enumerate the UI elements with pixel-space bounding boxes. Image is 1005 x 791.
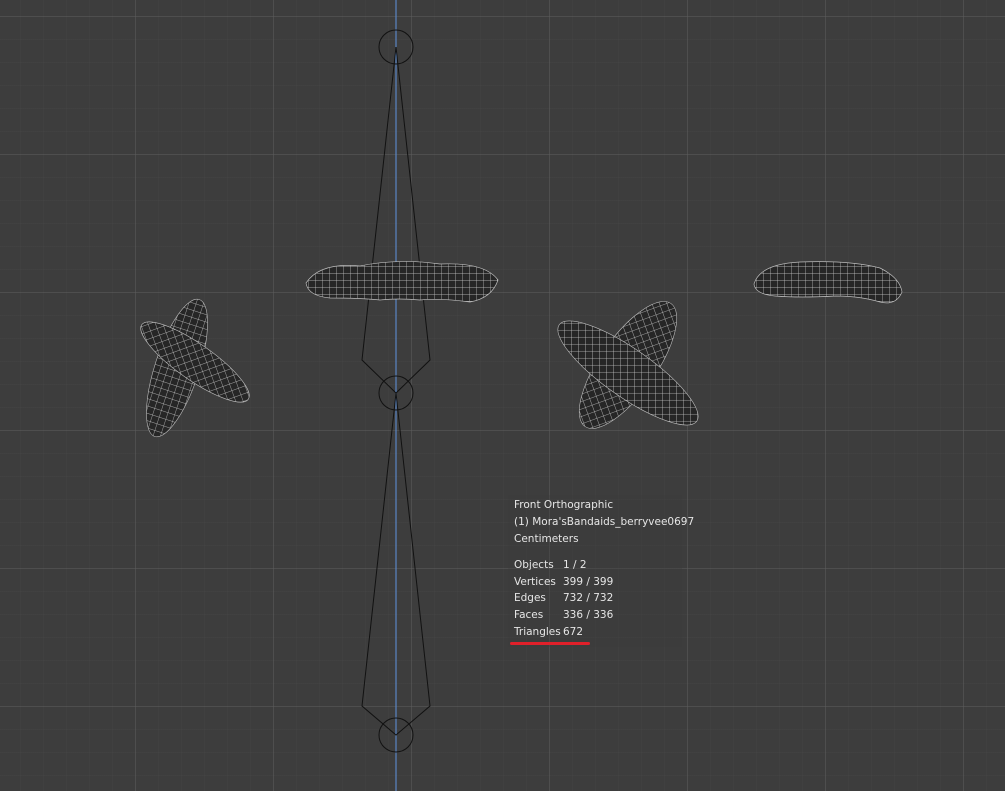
stat-value: 672 [563,625,584,638]
stat-value: 732 / 732 [563,592,614,605]
bandaid-mesh-right-cross[interactable] [545,288,710,443]
bandaid-mesh-center-strip[interactable] [305,261,499,303]
stat-label: Edges [514,592,546,605]
viewport-stats-overlay: Front Orthographic (1) Mora'sBandaids_be… [508,495,694,647]
viewport-scene[interactable] [0,0,1005,791]
bandaid-mesh-right-strip[interactable] [753,261,903,304]
view-name-label: Front Orthographic [514,499,614,511]
stat-value: 399 / 399 [563,575,614,588]
active-object-label: (1) Mora'sBandaids_berryvee0697 [514,516,695,528]
triangles-highlight-underline [510,642,590,645]
bandaid-mesh-left-cross[interactable] [131,293,258,444]
stat-row-triangles: Triangles 672 [514,624,682,641]
stat-label: Vertices [514,575,556,588]
stat-row-vertices: Vertices 399 / 399 [514,574,682,591]
stat-label: Objects [514,559,554,571]
stat-value: 1 / 2 [563,559,587,571]
stat-value: 336 / 336 [563,609,614,622]
stat-row-objects: Objects 1 / 2 [514,557,682,574]
3d-viewport[interactable]: Front Orthographic (1) Mora'sBandaids_be… [0,0,1005,791]
stat-row-edges: Edges 732 / 732 [514,590,682,607]
units-label: Centimeters [514,533,579,545]
stat-label: Faces [514,609,544,622]
stat-row-faces: Faces 336 / 336 [514,607,682,624]
stat-label: Triangles [514,625,561,638]
